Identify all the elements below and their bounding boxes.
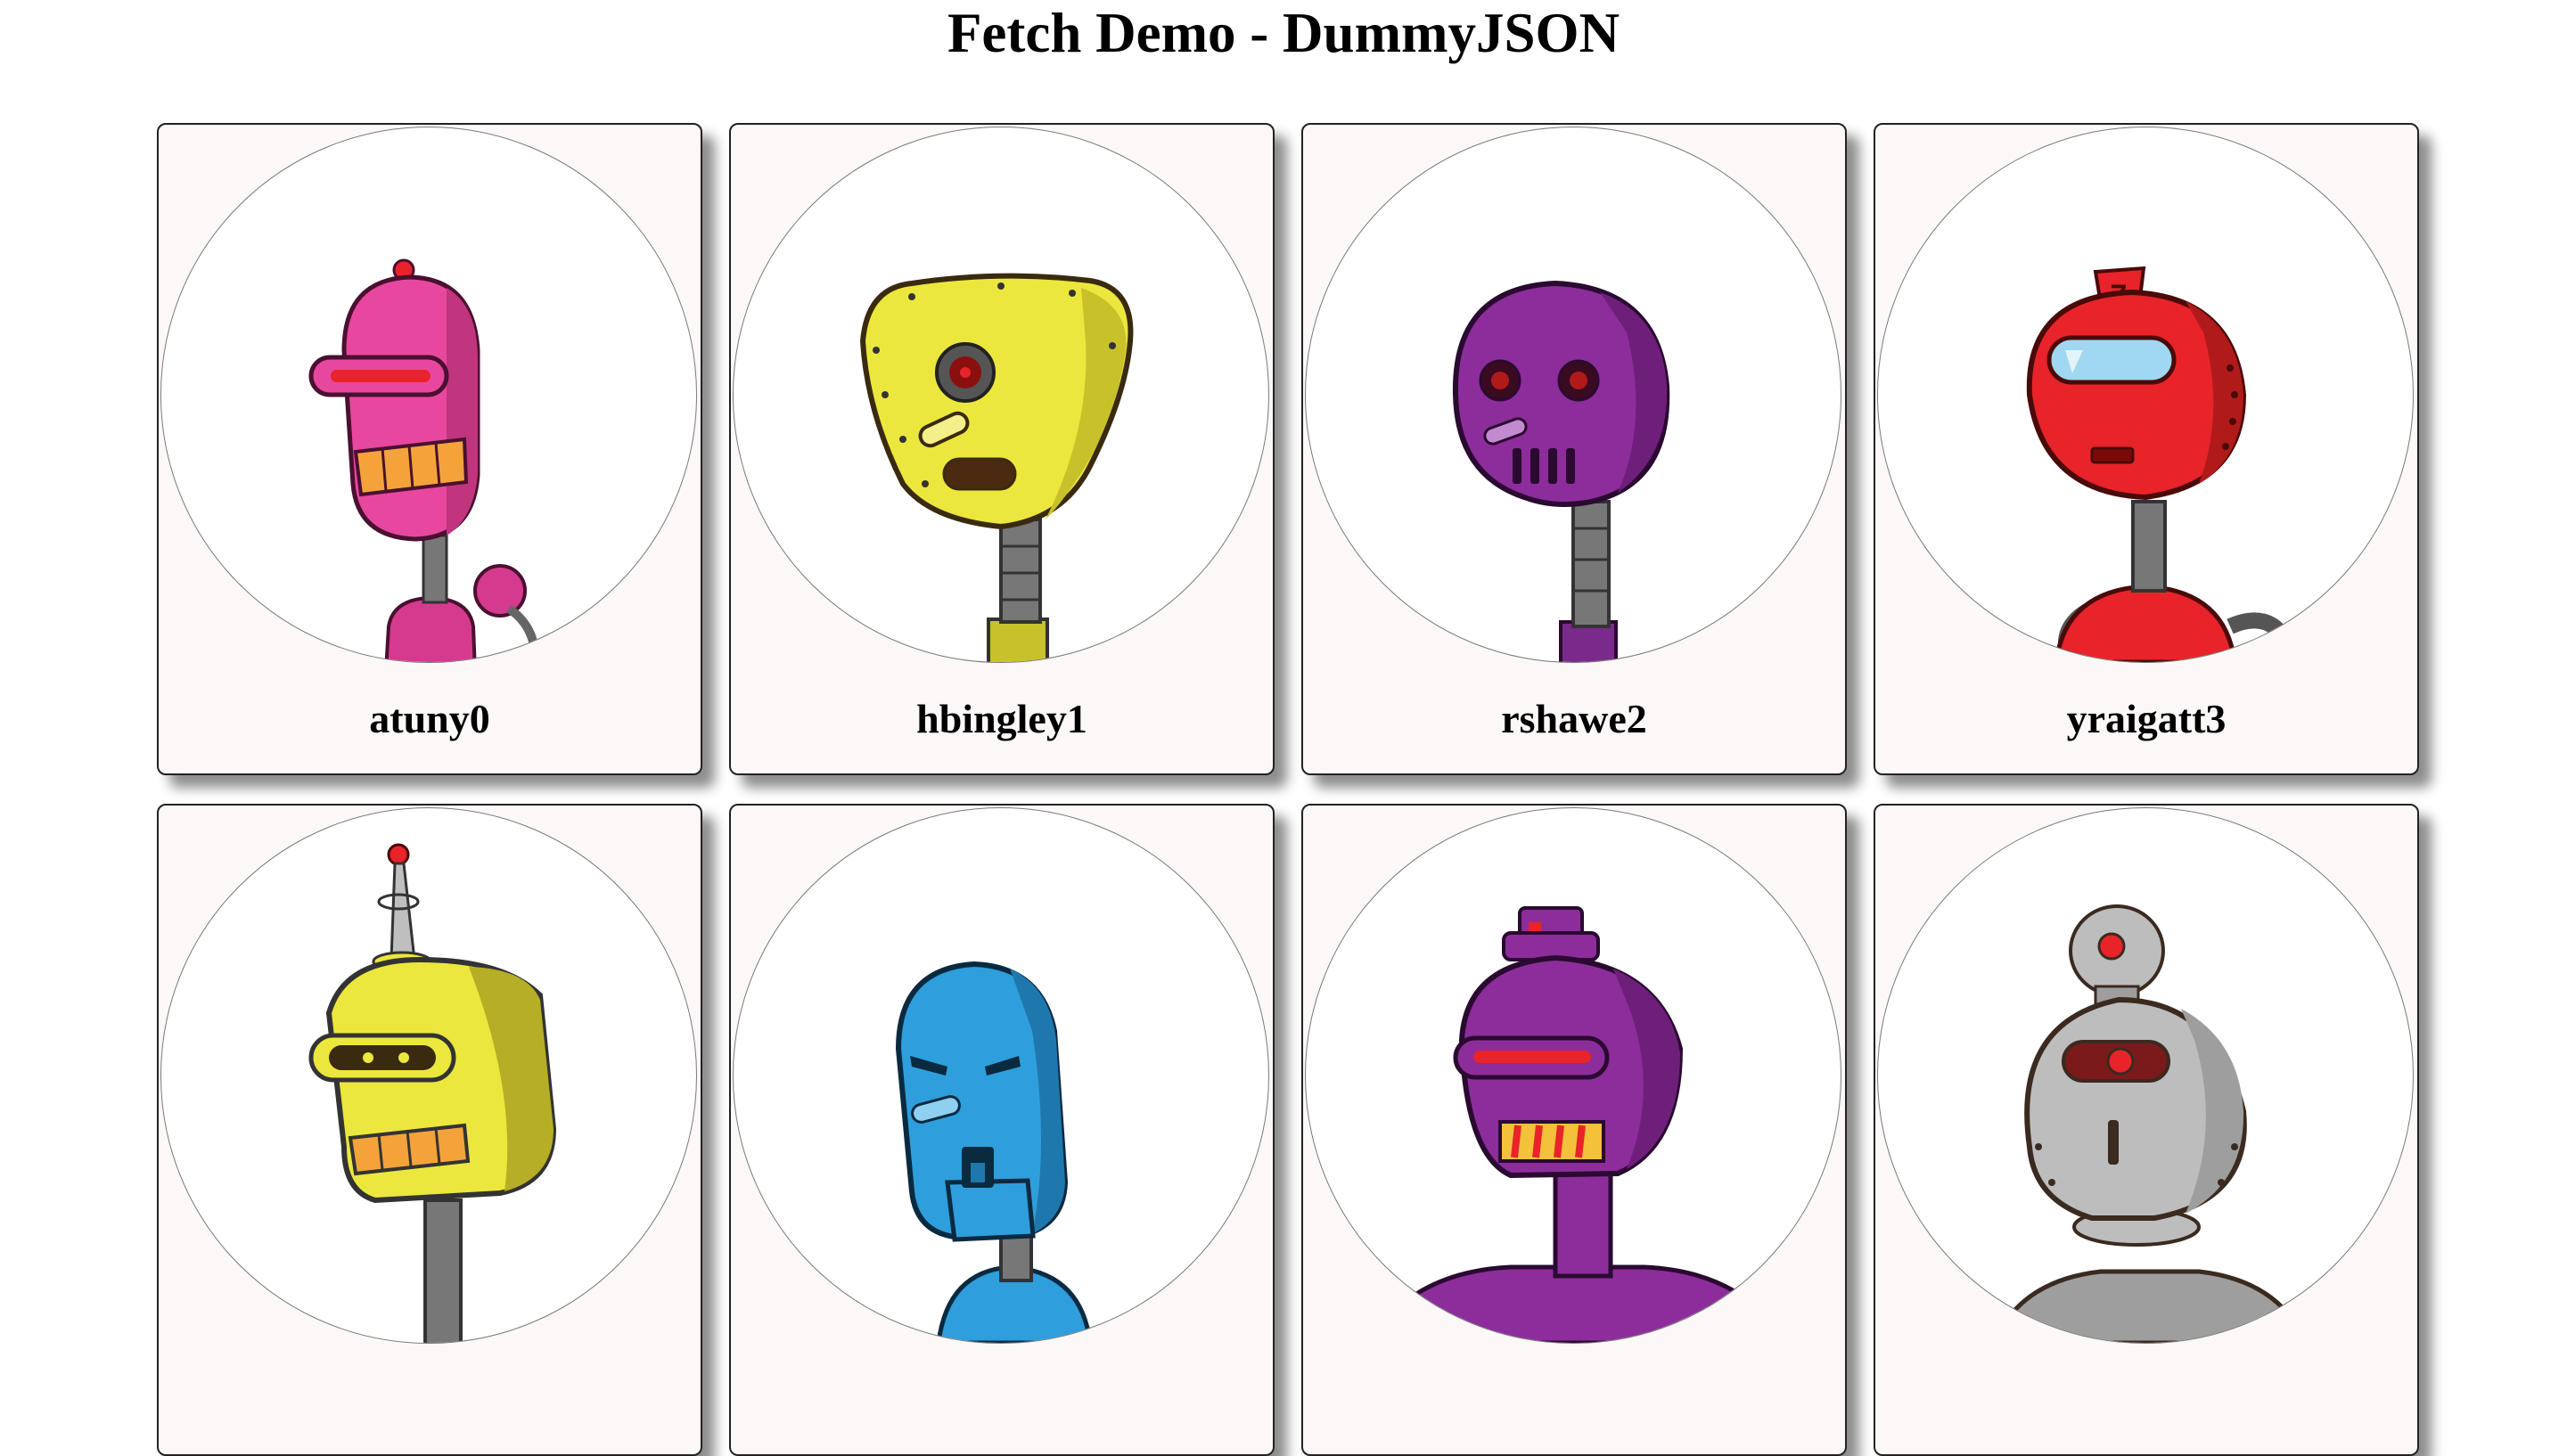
blue-robot-icon <box>733 807 1269 1344</box>
user-card[interactable] <box>1874 804 2419 1456</box>
purple-robot-icon <box>1305 127 1841 663</box>
user-card[interactable]: 7 yraigatt3 <box>1874 123 2419 775</box>
user-card[interactable] <box>729 804 1275 1456</box>
gray-robot-icon <box>1877 807 2414 1344</box>
user-card[interactable] <box>157 804 702 1456</box>
username-label: rshawe2 <box>1501 696 1647 741</box>
pink-robot-icon <box>160 127 697 663</box>
username-label: yraigatt3 <box>2066 696 2227 741</box>
username-label: hbingley1 <box>916 696 1087 741</box>
purple-hat-robot-icon <box>1305 807 1841 1344</box>
red-robot-icon: 7 <box>1877 127 2414 663</box>
yellow-robot-icon <box>733 127 1269 663</box>
user-card[interactable]: hbingley1 <box>729 123 1275 775</box>
username-label: atuny0 <box>369 696 490 741</box>
user-card[interactable]: atuny0 <box>157 123 702 775</box>
user-card-grid: atuny0 hbingley1 rshawe2 yraigatt3 <box>157 123 2419 1456</box>
user-card[interactable]: rshawe2 <box>1301 123 1847 775</box>
user-card[interactable] <box>1301 804 1847 1456</box>
page-title: Fetch Demo - DummyJSON <box>947 2 1620 64</box>
yellow-antenna-robot-icon <box>160 807 697 1344</box>
